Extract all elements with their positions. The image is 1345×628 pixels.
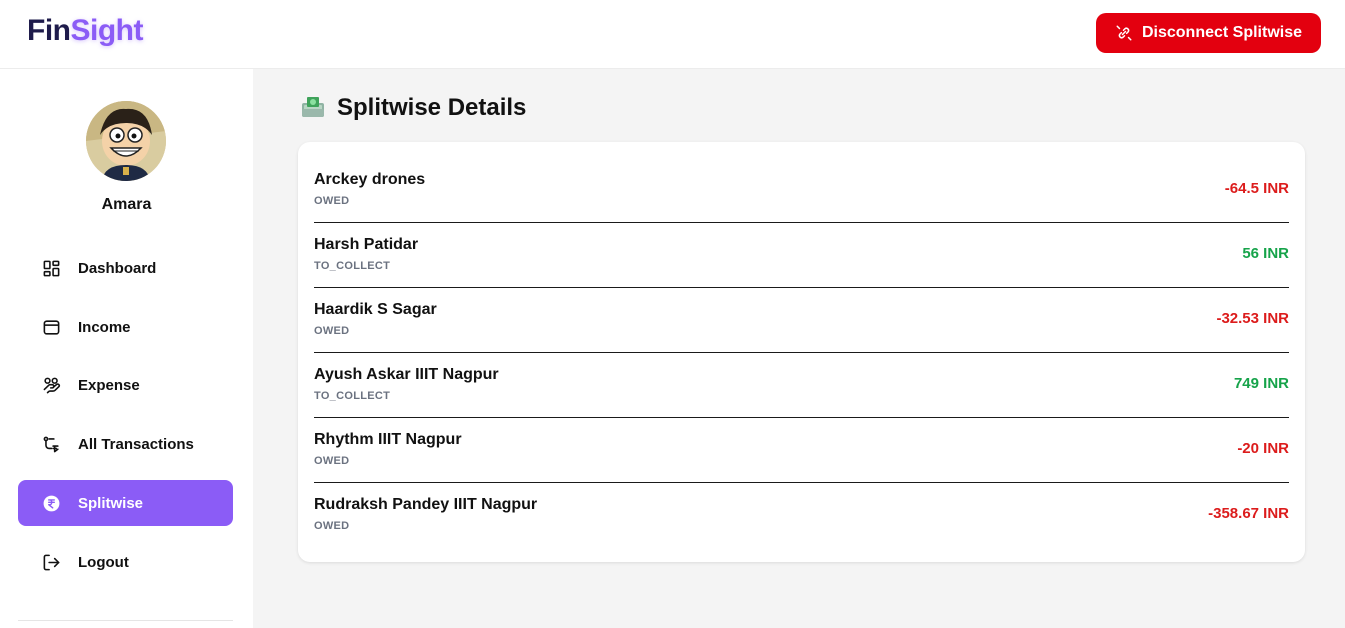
- entry-name: Rudraksh Pandey IIIT Nagpur: [314, 496, 538, 513]
- list-item[interactable]: Arckey drones OWED -64.5 INR: [314, 158, 1289, 223]
- sidebar-item-splitwise[interactable]: Splitwise: [18, 480, 233, 526]
- logo-text-fin: Fin: [27, 14, 71, 47]
- list-item[interactable]: Ayush Askar IIIT Nagpur TO_COLLECT 749 I…: [314, 353, 1289, 418]
- disconnect-label: Disconnect Splitwise: [1141, 24, 1303, 41]
- sidebar-item-all-transactions[interactable]: All Transactions: [18, 421, 233, 467]
- sidebar: Amara Dashboard Income Expense All Trans…: [0, 69, 253, 628]
- entry-status: TO_COLLECT: [314, 260, 391, 272]
- entry-amount: 56 INR: [1242, 245, 1289, 262]
- entry-name: Harsh Patidar: [314, 236, 419, 253]
- transactions-icon: [43, 436, 59, 452]
- entry-status: OWED: [314, 520, 350, 532]
- wallet-icon: [43, 319, 60, 335]
- sidebar-item-label: Splitwise: [78, 494, 144, 512]
- hand-coins-icon: [43, 377, 61, 393]
- entry-status: TO_COLLECT: [314, 390, 391, 402]
- entry-name: Haardik S Sagar: [314, 301, 437, 318]
- sidebar-item-label: Dashboard: [78, 259, 157, 277]
- app-logo[interactable]: FinSight: [27, 14, 143, 48]
- sidebar-item-dashboard[interactable]: Dashboard: [18, 245, 233, 291]
- logout-icon: [43, 554, 60, 570]
- rupee-circle-icon: [43, 495, 60, 511]
- sidebar-divider: [18, 620, 233, 621]
- sidebar-item-label: Income: [78, 318, 131, 336]
- entry-amount: 749 INR: [1233, 375, 1289, 392]
- entry-amount: -64.5 INR: [1224, 180, 1289, 197]
- username: Amara: [101, 196, 152, 213]
- avatar: [86, 101, 166, 181]
- entry-name: Arckey drones: [314, 171, 426, 188]
- sidebar-item-label: All Transactions: [78, 435, 194, 453]
- list-item[interactable]: Haardik S Sagar OWED -32.53 INR: [314, 288, 1289, 353]
- entry-amount: -358.67 INR: [1208, 505, 1289, 522]
- disconnect-splitwise-button[interactable]: Disconnect Splitwise: [1096, 13, 1321, 53]
- entry-status: OWED: [314, 325, 350, 337]
- list-item[interactable]: Rhythm IIIT Nagpur OWED -20 INR: [314, 418, 1289, 483]
- entry-amount: -20 INR: [1237, 440, 1289, 457]
- splitwise-card: Arckey drones OWED -64.5 INR Harsh Patid…: [298, 142, 1305, 562]
- entry-amount: -32.53 INR: [1216, 310, 1289, 327]
- dashboard-grid-icon: [43, 260, 60, 276]
- money-with-wings-icon: [302, 97, 324, 117]
- entry-status: OWED: [314, 195, 350, 207]
- page-title-text: Splitwise Details: [337, 94, 527, 121]
- list-item[interactable]: Rudraksh Pandey IIIT Nagpur OWED -358.67…: [314, 483, 1289, 548]
- page-title: Splitwise Details: [299, 94, 526, 122]
- sidebar-item-expense[interactable]: Expense: [18, 362, 233, 408]
- logo-text-sight: Sight: [70, 14, 144, 47]
- sidebar-item-label: Logout: [78, 553, 129, 571]
- unlink-icon: [1116, 25, 1132, 41]
- sidebar-item-logout[interactable]: Logout: [18, 539, 233, 585]
- sidebar-item-label: Expense: [78, 376, 140, 394]
- sidebar-item-income[interactable]: Income: [18, 304, 233, 350]
- main-content: Splitwise Details Arckey drones OWED -64…: [253, 69, 1345, 628]
- entry-name: Ayush Askar IIIT Nagpur: [314, 366, 499, 383]
- list-item[interactable]: Harsh Patidar TO_COLLECT 56 INR: [314, 223, 1289, 288]
- entry-name: Rhythm IIIT Nagpur: [314, 431, 462, 448]
- entry-status: OWED: [314, 455, 350, 467]
- top-header: FinSight Disconnect Splitwise: [0, 0, 1345, 69]
